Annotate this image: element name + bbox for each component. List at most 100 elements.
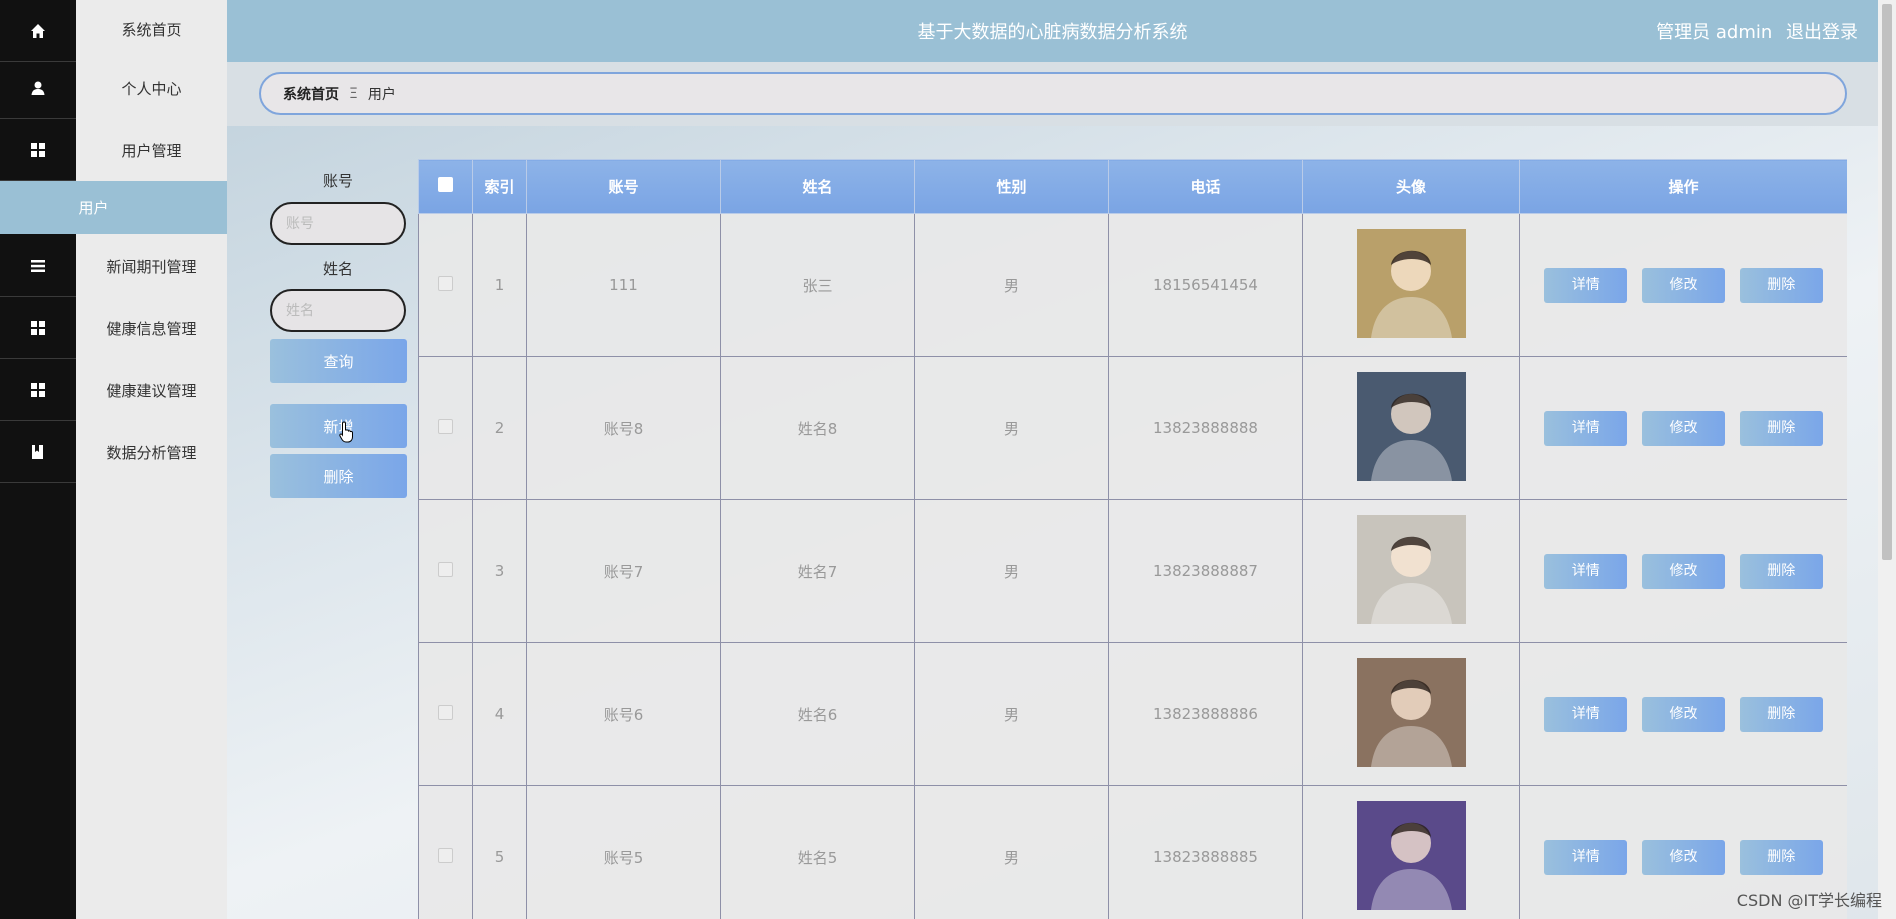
cell-actions: 详情 修改 删除 [1519,356,1847,500]
select-all-checkbox[interactable] [418,159,473,214]
sidebar-item-home[interactable]: 系统首页 [0,0,227,62]
cell-avatar [1302,785,1520,919]
row-checkbox[interactable] [418,213,473,357]
name-label: 姓名 [322,260,353,278]
avatar [1356,371,1466,481]
user-name: 管理员 admin [1656,22,1773,43]
cell-account: 账号7 [526,499,721,643]
cell-avatar [1302,499,1520,643]
detail-button[interactable]: 详情 [1544,839,1628,875]
detail-button[interactable]: 详情 [1544,553,1628,589]
edit-button[interactable]: 修改 [1642,553,1725,589]
sidebar-item-label: 数据分析管理 [106,443,197,462]
cell-avatar [1302,642,1520,786]
grid-icon [0,119,76,181]
column-header: 头像 [1302,159,1520,214]
sidebar-item-user-management[interactable]: 用户管理 [0,119,227,181]
delete-button[interactable]: 删除 [1739,267,1823,303]
delete-button[interactable]: 删除 [1739,696,1823,732]
delete-button[interactable]: 删除 [1739,839,1823,875]
cell-phone: 18156541454 [1108,213,1303,357]
scrollbar-thumb[interactable] [1882,4,1892,560]
avatar [1356,228,1466,338]
grid-icon [0,297,76,359]
cell-actions: 详情 修改 删除 [1519,642,1847,786]
sidebar-subitem-user[interactable]: 用户 [0,181,227,234]
detail-button[interactable]: 详情 [1544,410,1628,446]
account-input[interactable] [270,202,406,245]
cell-avatar [1302,213,1520,357]
cell-index: 4 [472,642,527,786]
cell-phone: 13823888888 [1108,356,1303,500]
batch-delete-button[interactable]: 删除 [270,454,407,498]
cell-avatar [1302,356,1520,500]
vertical-scrollbar[interactable] [1878,0,1896,919]
sidebar-item-data-analysis[interactable]: 数据分析管理 [0,421,227,483]
avatar [1356,800,1466,910]
edit-button[interactable]: 修改 [1642,839,1725,875]
row-checkbox[interactable] [418,642,473,786]
cell-phone: 13823888887 [1108,499,1303,643]
top-header: 基于大数据的心脏病数据分析系统 管理员 admin 退出登录 [227,0,1878,62]
name-input[interactable] [270,289,406,332]
row-checkbox[interactable] [418,356,473,500]
sidebar-item-health-advice[interactable]: 健康建议管理 [0,359,227,421]
cell-gender: 男 [914,499,1109,643]
cell-name: 姓名7 [720,499,915,643]
sidebar-item-profile[interactable]: 个人中心 [0,57,227,119]
page-title: 基于大数据的心脏病数据分析系统 [917,22,1188,43]
cell-index: 1 [472,213,527,357]
delete-button[interactable]: 删除 [1739,553,1823,589]
column-header: 电话 [1108,159,1303,214]
cell-name: 姓名5 [720,785,915,919]
column-header: 性别 [914,159,1109,214]
cell-phone: 13823888886 [1108,642,1303,786]
sidebar-item-label: 健康建议管理 [106,381,197,400]
logout-link[interactable]: 退出登录 [1786,22,1858,43]
cell-phone: 13823888885 [1108,785,1303,919]
detail-button[interactable]: 详情 [1544,696,1628,732]
table-header-row: 索引 账号 姓名 性别 电话 头像 操作 [418,159,1847,214]
query-button[interactable]: 查询 [270,339,407,383]
user-area: 管理员 admin 退出登录 [1648,18,1858,44]
cell-gender: 男 [914,642,1109,786]
sidebar-item-news[interactable]: 新闻期刊管理 [0,235,227,297]
edit-button[interactable]: 修改 [1642,410,1725,446]
detail-button[interactable]: 详情 [1544,267,1628,303]
cell-account: 账号5 [526,785,721,919]
breadcrumb: 系统首页 Ξ 用户 [259,72,1847,115]
sidebar-item-health-info[interactable]: 健康信息管理 [0,297,227,359]
home-icon [0,0,76,62]
watermark: CSDN @IT学长编程 [1736,891,1882,910]
person-icon [0,57,76,119]
edit-button[interactable]: 修改 [1642,696,1725,732]
cell-actions: 详情 修改 删除 [1519,213,1847,357]
book-icon [0,421,76,483]
edit-button[interactable]: 修改 [1642,267,1725,303]
breadcrumb-home[interactable]: 系统首页 [283,84,339,104]
cell-account: 111 [526,213,721,357]
breadcrumb-separator: Ξ [349,85,358,102]
row-checkbox[interactable] [418,499,473,643]
cell-index: 3 [472,499,527,643]
cell-account: 账号8 [526,356,721,500]
cell-index: 2 [472,356,527,500]
column-header: 账号 [526,159,721,214]
table-row: 5 账号5 姓名5 男 13823888885 详情 修改 删除 [418,785,1847,919]
column-header: 姓名 [720,159,915,214]
cell-gender: 男 [914,356,1109,500]
cell-name: 张三 [720,213,915,357]
sidebar-item-label: 个人中心 [121,79,182,98]
row-checkbox[interactable] [418,785,473,919]
cell-account: 账号6 [526,642,721,786]
cell-gender: 男 [914,213,1109,357]
delete-button[interactable]: 删除 [1739,410,1823,446]
cell-name: 姓名6 [720,642,915,786]
cell-name: 姓名8 [720,356,915,500]
hand-cursor-icon [339,421,353,443]
grid-icon [0,359,76,421]
account-label: 账号 [322,172,353,190]
avatar [1356,657,1466,767]
column-header: 操作 [1519,159,1847,214]
sidebar-item-label: 用户管理 [121,141,182,160]
